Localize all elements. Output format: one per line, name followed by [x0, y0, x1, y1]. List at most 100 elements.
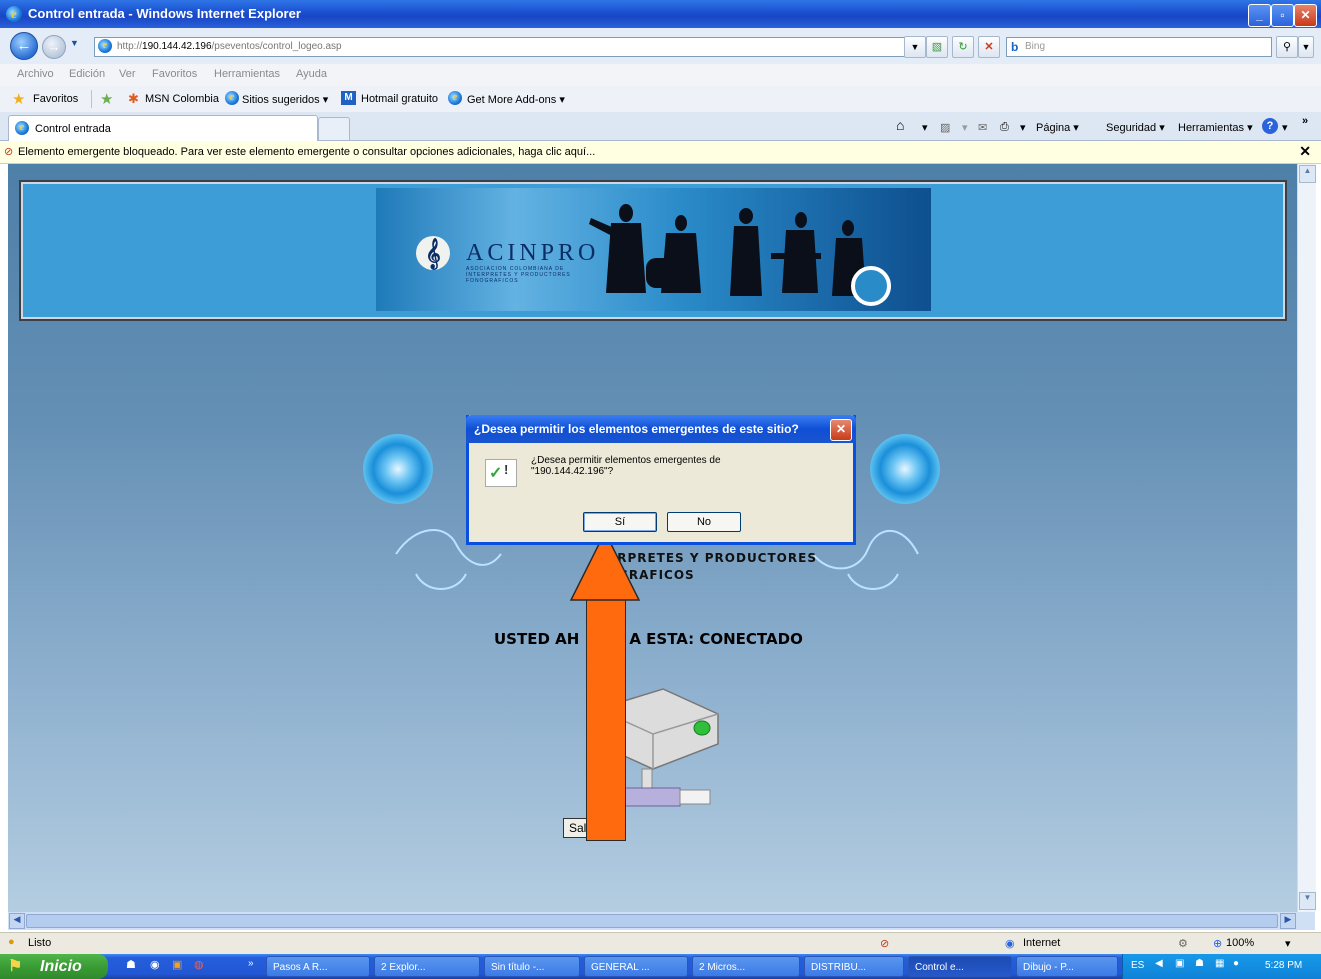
close-button[interactable]: ✕: [1294, 4, 1317, 27]
fav-sitios-sugeridos[interactable]: Sitios sugeridos ▾: [242, 93, 328, 106]
yes-button[interactable]: Sí: [583, 512, 657, 532]
home-icon[interactable]: ⌂: [896, 117, 904, 133]
task-distribu[interactable]: DISTRIBU...: [804, 956, 904, 977]
quicklaunch-ie-icon[interactable]: ◉: [150, 958, 160, 971]
favorites-button[interactable]: Favoritos: [33, 93, 78, 105]
forward-button[interactable]: →: [42, 35, 66, 59]
help-dropdown-icon[interactable]: ▾: [1282, 121, 1288, 134]
print-dropdown-icon[interactable]: ▾: [1020, 121, 1026, 134]
quicklaunch-network-icon[interactable]: ☗: [126, 958, 136, 971]
tray-circle-icon[interactable]: ●: [1233, 958, 1239, 969]
task-sin-titulo[interactable]: Sin título -...: [484, 956, 580, 977]
task-label: 2 Micros...: [699, 962, 746, 973]
compat-view-icon[interactable]: ▧: [926, 36, 948, 58]
tools-menu[interactable]: Herramientas ▾: [1178, 121, 1253, 134]
feeds-icon[interactable]: ▨: [940, 121, 950, 134]
search-options-icon[interactable]: ▼: [1298, 36, 1314, 58]
scroll-down-icon[interactable]: ▼: [1299, 892, 1316, 910]
mail-icon[interactable]: ✉: [978, 121, 987, 134]
task-micros[interactable]: 2 Micros...: [692, 956, 800, 977]
status-info-icon: ●: [8, 936, 15, 948]
menu-favoritos[interactable]: Favoritos: [152, 68, 197, 80]
search-placeholder: Bing: [1025, 41, 1046, 52]
task-general[interactable]: GENERAL ...: [584, 956, 688, 977]
security-menu[interactable]: Seguridad ▾: [1106, 121, 1165, 134]
protected-mode-icon[interactable]: ⚙: [1178, 937, 1188, 950]
history-dropdown-icon[interactable]: ▼: [70, 38, 79, 48]
task-control-entrada[interactable]: Control e...: [908, 956, 1012, 977]
ie-page-icon: e: [225, 91, 239, 105]
page-icon: e: [98, 39, 112, 53]
minimize-button[interactable]: _: [1248, 4, 1271, 27]
menu-herramientas[interactable]: Herramientas: [214, 68, 280, 80]
start-button[interactable]: ⚑ Inicio: [0, 954, 108, 979]
infobar-message: Elemento emergente bloqueado. Para ver e…: [18, 146, 596, 158]
band-silhouette-image: [589, 204, 866, 296]
fav-msn-colombia[interactable]: MSN Colombia: [145, 93, 219, 105]
chevron-more-icon[interactable]: »: [1302, 115, 1308, 127]
back-button[interactable]: ←: [10, 32, 38, 60]
tray-network-icon[interactable]: ☗: [1195, 958, 1204, 969]
start-label: Inicio: [40, 958, 82, 975]
tray-clock[interactable]: 5:28 PM: [1265, 960, 1302, 971]
fav-hotmail[interactable]: Hotmail gratuito: [361, 93, 438, 105]
favorites-star-icon: ★: [12, 91, 26, 108]
scroll-left-icon[interactable]: ◀: [9, 913, 25, 929]
popup-status-icon[interactable]: ⊘: [880, 937, 889, 950]
task-explorer[interactable]: 2 Explor...: [374, 956, 480, 977]
language-indicator[interactable]: ES: [1131, 960, 1144, 971]
address-toolbar: ← → ▼ e http://190.144.42.196/pseventos/…: [0, 28, 1321, 65]
home-dropdown-icon[interactable]: ▾: [922, 121, 928, 134]
no-button[interactable]: No: [667, 512, 741, 532]
fav-get-more-addons[interactable]: Get More Add-ons ▾: [467, 93, 565, 106]
command-bar: ⌂ ▾ ▨ ▾ ✉ ⎙ ▾ Página ▾ Seguridad ▾ Herra…: [0, 112, 1321, 140]
add-favorite-icon[interactable]: ★: [100, 90, 113, 108]
refresh-icon[interactable]: ↻: [952, 36, 974, 58]
popup-blocked-infobar[interactable]: ⊘ Elemento emergente bloqueado. Para ver…: [0, 141, 1321, 164]
vertical-scrollbar[interactable]: ▲ ▼: [1297, 164, 1316, 912]
task-label: DISTRIBU...: [811, 962, 867, 973]
search-input[interactable]: b Bing: [1006, 37, 1272, 57]
menu-ayuda[interactable]: Ayuda: [296, 68, 327, 80]
address-dropdown-button[interactable]: ▼: [904, 36, 926, 58]
stop-icon[interactable]: ✕: [978, 36, 1000, 58]
scroll-right-icon[interactable]: ▶: [1280, 913, 1296, 929]
search-icon[interactable]: ⚲: [1276, 36, 1298, 58]
help-icon[interactable]: ?: [1262, 118, 1278, 134]
print-icon[interactable]: ⎙: [1000, 121, 1009, 134]
task-dibujo[interactable]: Dibujo - P...: [1016, 956, 1118, 977]
organization-name: ERPRETES Y PRODUCTORES GRAFICOS: [608, 550, 848, 584]
horizontal-scrollbar[interactable]: ◀ ▶: [8, 912, 1315, 930]
menu-archivo[interactable]: Archivo: [17, 68, 54, 80]
scroll-thumb[interactable]: [26, 914, 1278, 928]
banner-subtitle: ASOCIACION COLOMBIANA DE INTERPRETES Y P…: [466, 266, 571, 284]
tray-msn-icon[interactable]: ▦: [1215, 958, 1224, 969]
address-bar[interactable]: e http://190.144.42.196/pseventos/contro…: [94, 37, 916, 57]
menu-edicion[interactable]: Edición: [69, 68, 105, 80]
quicklaunch-more-icon[interactable]: »: [248, 958, 254, 969]
infobar-close-icon[interactable]: ✕: [1299, 143, 1311, 160]
quicklaunch-app-icon[interactable]: ▣: [172, 958, 182, 971]
zoom-level[interactable]: 100%: [1226, 937, 1254, 949]
feeds-dropdown-icon[interactable]: ▾: [962, 121, 968, 134]
task-label: Control e...: [915, 962, 964, 973]
ie-logo-icon: e: [6, 6, 22, 22]
window-titlebar[interactable]: e Control entrada - Windows Internet Exp…: [0, 0, 1321, 28]
zoom-dropdown-icon[interactable]: ▾: [1285, 937, 1291, 950]
address-prefix: http://: [117, 41, 143, 52]
quicklaunch-media-icon[interactable]: ◍: [194, 958, 204, 971]
addons-page-icon: e: [448, 91, 462, 105]
windows-taskbar: ⚑ Inicio ☗ ◉ ▣ ◍ » Pasos A R... 2 Explor…: [0, 954, 1321, 979]
menu-ver[interactable]: Ver: [119, 68, 136, 80]
tray-back-icon[interactable]: ◀: [1155, 958, 1163, 969]
banner-logo-text: ACINPRO: [466, 240, 600, 266]
tray-app-icon[interactable]: ▣: [1175, 958, 1184, 969]
maximize-button[interactable]: ▫: [1271, 4, 1294, 27]
task-pasos[interactable]: Pasos A R...: [266, 956, 370, 977]
dialog-close-button[interactable]: ✕: [830, 419, 852, 441]
treble-clef-icon: 𝄞: [416, 236, 450, 270]
internet-zone-icon: ◉: [1005, 938, 1015, 950]
page-menu[interactable]: Página ▾: [1036, 121, 1079, 134]
scroll-up-icon[interactable]: ▲: [1299, 165, 1316, 183]
dialog-titlebar[interactable]: ¿Desea permitir los elementos emergentes…: [466, 415, 856, 443]
